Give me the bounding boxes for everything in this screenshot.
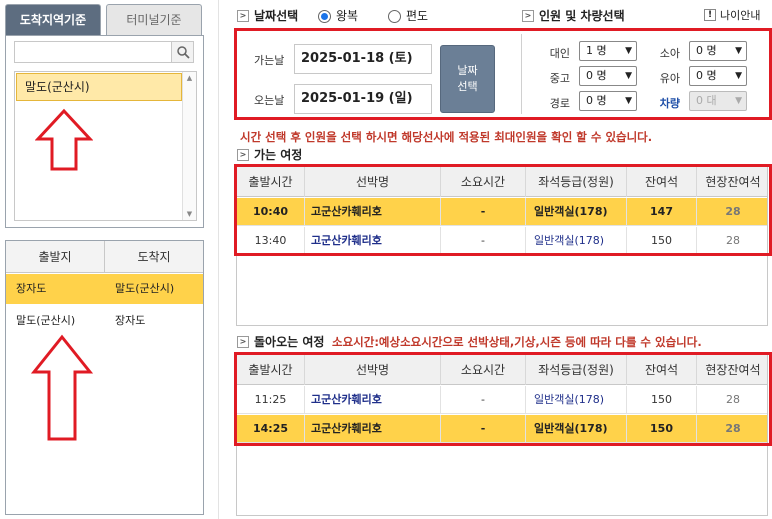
up-arrow-annotation xyxy=(35,108,93,171)
infant-select[interactable]: 0 명 ▼ xyxy=(689,66,747,86)
depart-label: 가는날 xyxy=(254,54,285,67)
chevron-down-icon: ▼ xyxy=(625,46,632,56)
route-header-to: 도착지 xyxy=(105,241,203,273)
info-icon: ! xyxy=(704,9,716,21)
tab-terminal[interactable]: 터미널기준 xyxy=(106,4,202,36)
chevron-right-icon: > xyxy=(522,9,534,22)
search-input[interactable] xyxy=(14,41,194,63)
region-list-item[interactable]: 말도(군산시) xyxy=(16,73,182,101)
chevron-down-icon: ▼ xyxy=(625,71,632,81)
route-row[interactable]: 장자도 말도(군산시) xyxy=(6,274,203,304)
vehicle-label: 차량 xyxy=(659,97,680,110)
chevron-down-icon: ▼ xyxy=(735,71,742,81)
radio-empty-icon xyxy=(388,10,401,23)
adult-select[interactable]: 1 명 ▼ xyxy=(579,41,637,61)
column-divider xyxy=(218,0,219,519)
vehicle-select[interactable]: 0 대 ▼ xyxy=(689,91,747,111)
outbound-title: > 가는 여정 xyxy=(237,146,302,163)
scroll-down-icon[interactable]: ▼ xyxy=(183,210,196,218)
senior-label: 경로 xyxy=(549,97,570,110)
date-select-button[interactable]: 날짜 선택 xyxy=(440,45,495,113)
scroll-up-icon[interactable]: ▲ xyxy=(183,74,196,82)
route-from: 장자도 xyxy=(16,282,47,295)
pax-section-title: > 인원 및 차량선택 xyxy=(522,7,625,24)
child-label: 소아 xyxy=(659,47,680,60)
search-button[interactable] xyxy=(171,42,193,62)
route-header-from: 출발지 xyxy=(6,241,105,273)
adult-label: 대인 xyxy=(549,47,570,60)
youth-label: 중고 xyxy=(549,72,570,85)
inbound-note: 소요시간:예상소요시간으로 선박상태,기상,시즌 등에 따라 다를 수 있습니다… xyxy=(332,335,702,349)
age-guide-link[interactable]: ! 나이안내 xyxy=(704,7,760,23)
chevron-right-icon: > xyxy=(237,335,249,348)
return-date-field[interactable]: 2025-01-19 (일) xyxy=(294,84,432,114)
up-arrow-annotation xyxy=(31,334,93,441)
date-section-title: > 날짜선택 xyxy=(237,7,298,24)
chevron-right-icon: > xyxy=(237,9,249,22)
infant-label: 유아 xyxy=(659,72,680,85)
trip-oneway-radio[interactable]: 편도 xyxy=(388,7,428,24)
route-to: 말도(군산시) xyxy=(115,282,175,295)
chevron-down-icon: ▼ xyxy=(735,46,742,56)
depart-date-field[interactable]: 2025-01-18 (토) xyxy=(294,44,432,74)
route-to: 장자도 xyxy=(115,314,146,327)
tab-destination-region[interactable]: 도착지역기준 xyxy=(5,4,101,36)
senior-select[interactable]: 0 명 ▼ xyxy=(579,91,637,111)
pax-notice: 시간 선택 후 인원을 선택 하시면 해당선사에 적용된 최대인원을 확인 할 … xyxy=(240,130,653,144)
inbound-outline xyxy=(234,352,772,446)
radio-selected-icon xyxy=(318,10,331,23)
return-label: 오는날 xyxy=(254,94,285,107)
inbound-title: > 돌아오는 여정 xyxy=(237,333,324,350)
divider xyxy=(521,34,522,114)
chevron-down-icon: ▼ xyxy=(735,96,742,106)
youth-select[interactable]: 0 명 ▼ xyxy=(579,66,637,86)
child-select[interactable]: 0 명 ▼ xyxy=(689,41,747,61)
chevron-right-icon: > xyxy=(237,148,249,161)
region-list-scrollbar[interactable]: ▲ ▼ xyxy=(182,72,196,220)
chevron-down-icon: ▼ xyxy=(625,96,632,106)
trip-round-radio[interactable]: 왕복 xyxy=(318,7,358,24)
route-from: 말도(군산시) xyxy=(16,314,76,327)
outbound-outline xyxy=(234,164,772,256)
search-icon xyxy=(176,46,190,59)
route-row[interactable]: 말도(군산시) 장자도 xyxy=(6,306,203,336)
